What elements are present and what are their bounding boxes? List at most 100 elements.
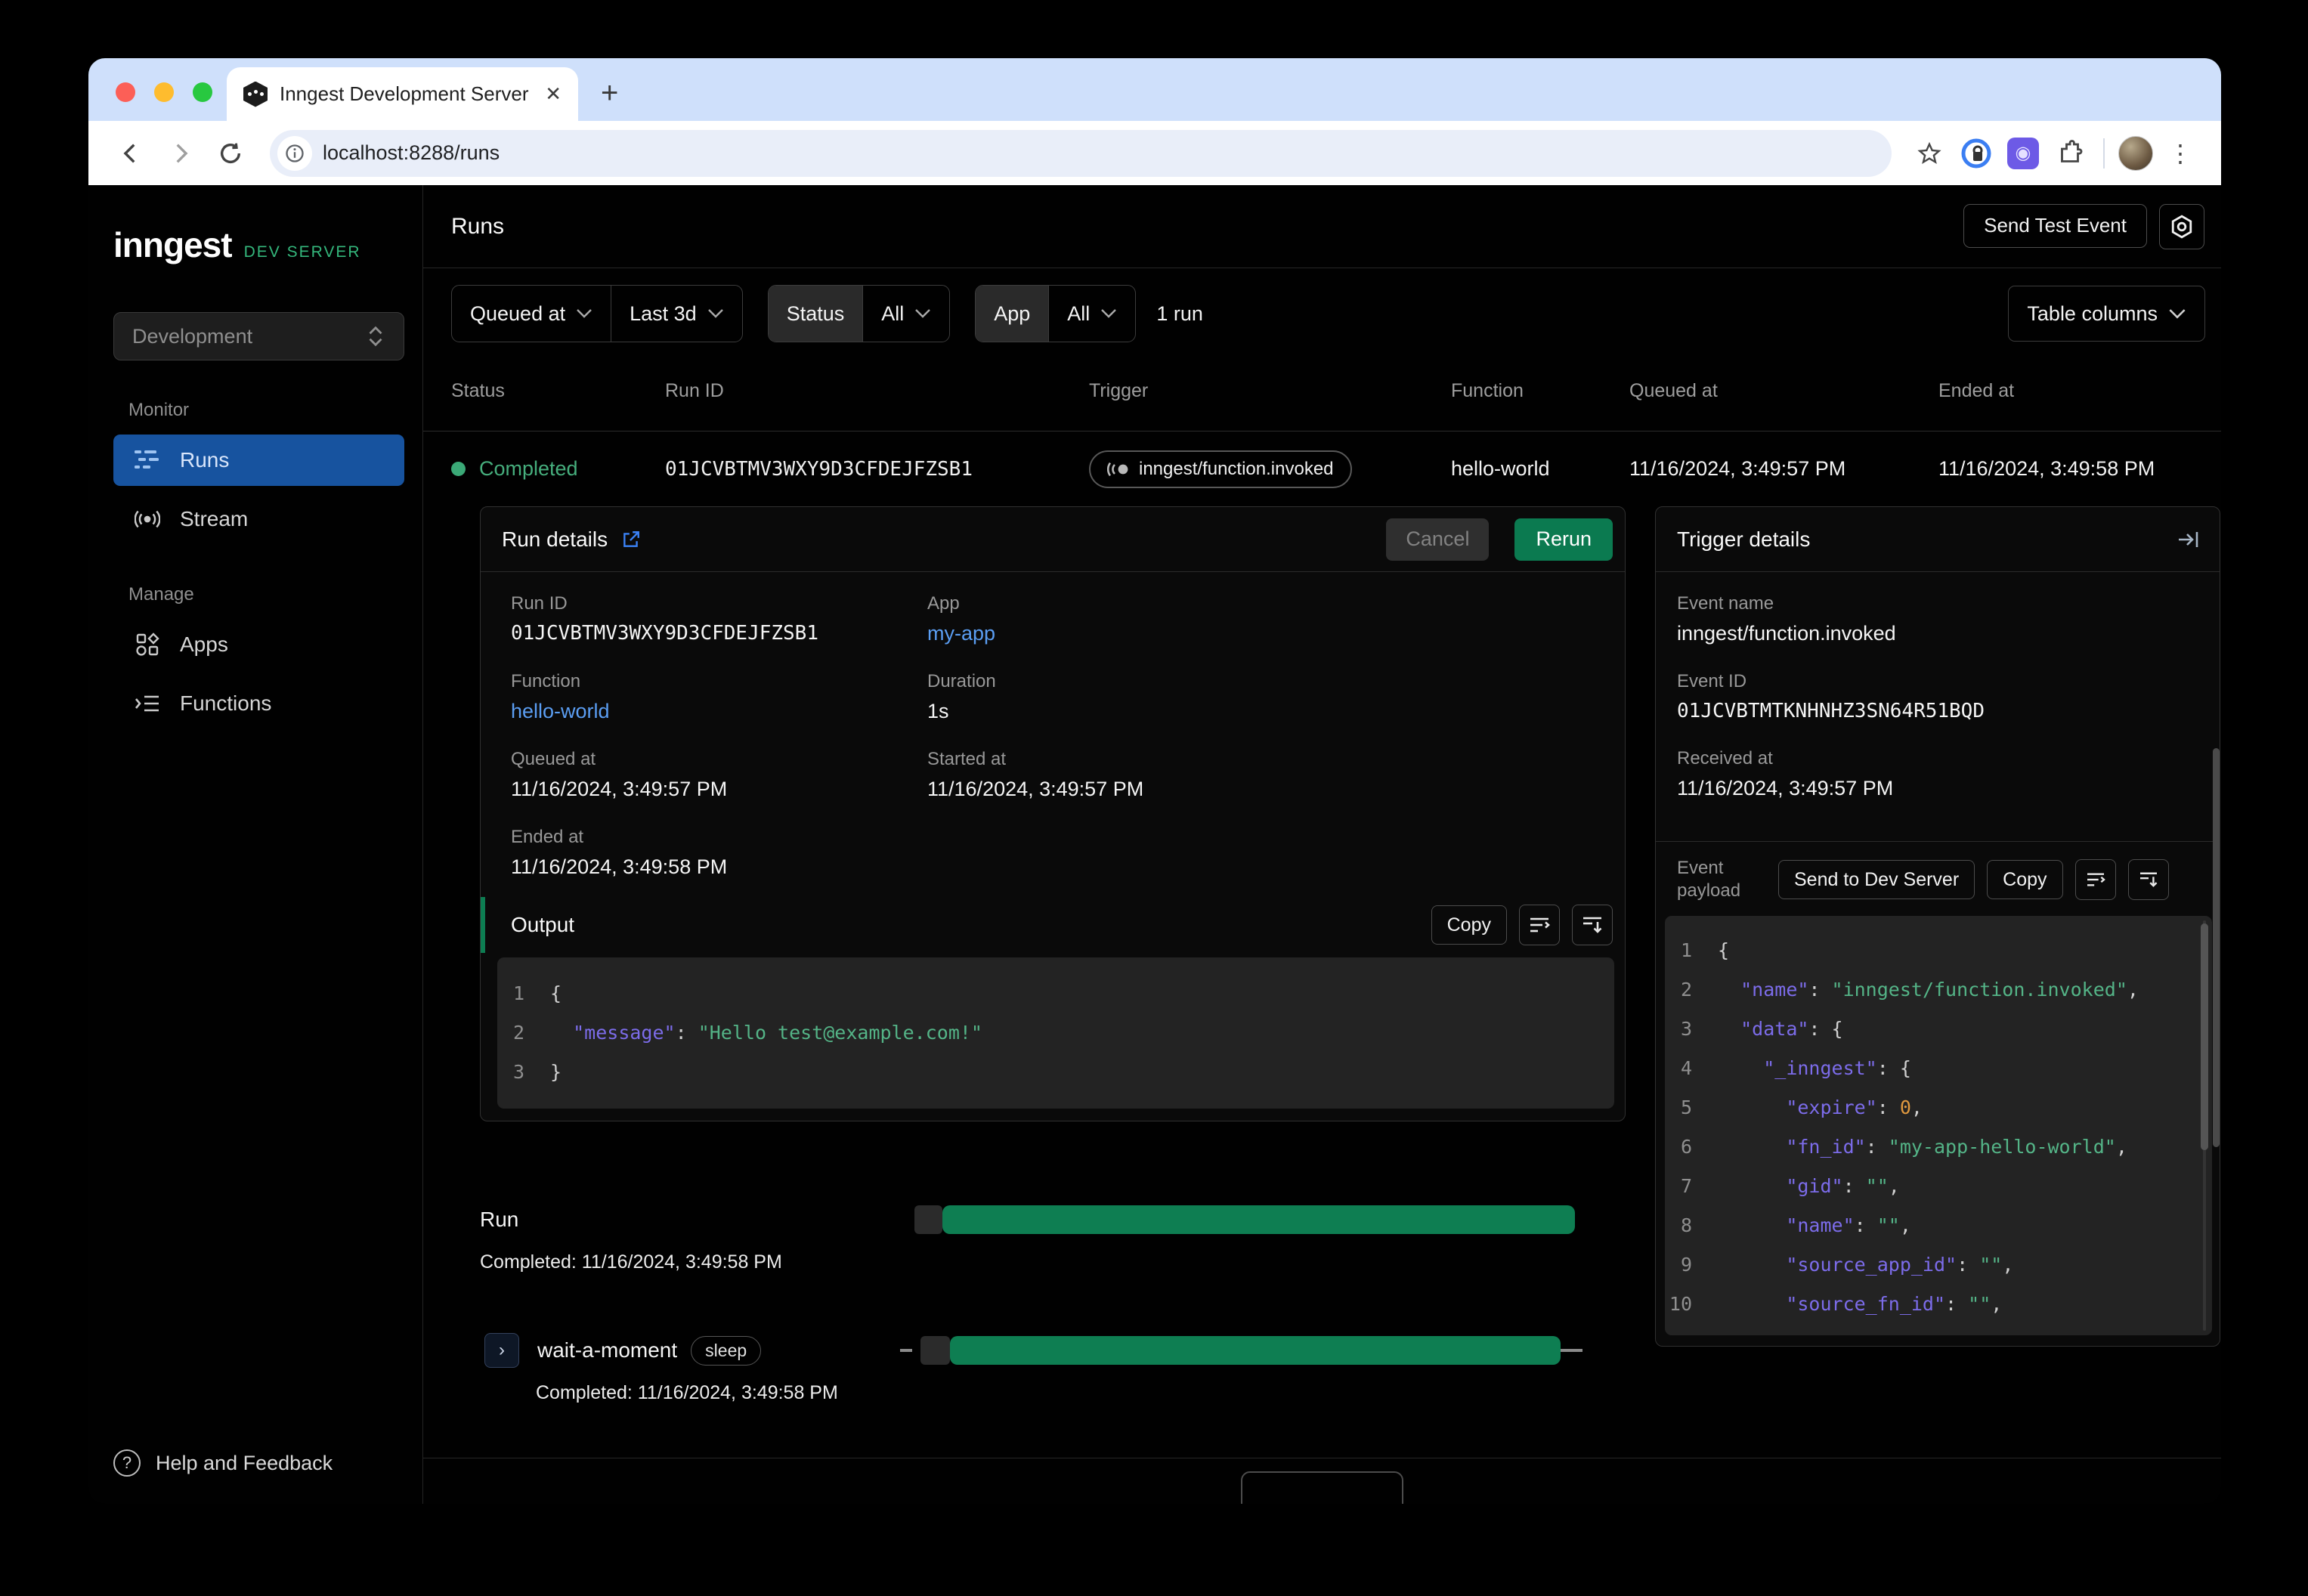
scroll-to-bottom-icon[interactable] [2127,859,2169,900]
browser-window: Inngest Development Server ✕ + localhost… [88,58,2221,1504]
load-more-button[interactable] [1241,1471,1403,1504]
app-filter-dropdown[interactable]: All [1048,286,1135,342]
duration-value: 1s [927,700,949,722]
expand-step-button[interactable]: › [484,1333,519,1368]
runs-table-header: Status Run ID Trigger Function Queued at… [423,359,2221,431]
code-line: 5 "expire": 0, [1680,1096,1923,1118]
status-filter-value: All [881,302,905,325]
payload-scrollbar-thumb[interactable] [2201,923,2208,1150]
help-and-feedback[interactable]: ? Help and Feedback [113,1449,333,1477]
cancel-button[interactable]: Cancel [1386,518,1490,561]
table-row[interactable]: Completed 01JCVBTMV3WXY9D3CFDEJFZSB1 inn… [423,431,2221,506]
run-details-fields: Run ID 01JCVBTMV3WXY9D3CFDEJFZSB1 App my… [481,572,1625,885]
sidebar-item-stream[interactable]: Stream [113,493,404,545]
trigger-pill[interactable]: inngest/function.invoked [1089,450,1352,488]
back-icon[interactable] [110,132,152,175]
code-line: 11 "source_fn_v": 0 [1665,1324,2212,1335]
collapse-panel-icon[interactable] [2177,529,2200,550]
profile-avatar[interactable] [2118,135,2153,171]
row-status: Completed [479,457,578,480]
extension-app-icon[interactable]: ◉ [2003,134,2043,173]
sidebar-item-runs[interactable]: Runs [113,435,404,486]
code-line: 10 "source_fn_id": "", [1669,1293,2003,1315]
code-line: 6 "fn_id": "my-app-hello-world", [1680,1136,2127,1158]
function-link[interactable]: hello-world [511,700,927,723]
new-tab-button[interactable]: + [601,76,618,110]
minimize-window-button[interactable] [154,82,174,102]
step-duration-bar[interactable] [950,1336,1561,1365]
inngest-app: inngest DEV SERVER Development Monitor R… [88,185,2221,1504]
traffic-lights [116,82,212,102]
apps-icon [135,633,160,657]
status-filter-dropdown[interactable]: All [862,286,949,342]
send-test-event-button[interactable]: Send Test Event [1963,203,2147,248]
filter-bar: Queued at Last 3d Status All App All 1 r… [423,268,2221,359]
output-header: Output Copy [481,897,1625,953]
field-label: Started at [927,749,1007,769]
app-link[interactable]: my-app [927,622,1595,645]
page-header: Runs Send Test Event [423,185,2221,268]
time-field-dropdown[interactable]: Queued at [452,286,611,342]
output-title: Output [511,913,575,936]
output-code-block[interactable]: 1{2 "message": "Hello test@example.com!"… [497,957,1614,1109]
code-line: 9 "source_app_id": "", [1680,1254,2014,1276]
browser-tab[interactable]: Inngest Development Server ✕ [227,67,578,121]
code-line: 2 "message": "Hello test@example.com!" [512,1022,982,1044]
chevron-down-icon [2169,308,2186,319]
field-label: Duration [927,671,996,691]
trigger-details-fields: Event name inngest/function.invoked Even… [1656,572,2220,832]
forward-icon[interactable] [159,132,202,175]
started-at-value: 11/16/2024, 3:49:57 PM [927,778,1144,800]
output-copy-button[interactable]: Copy [1431,905,1507,945]
code-line: 1{ [1680,939,1730,961]
sidebar-item-label: Functions [180,691,272,715]
time-range-value: Last 3d [630,302,697,325]
table-columns-dropdown[interactable]: Table columns [2008,286,2205,342]
word-wrap-icon[interactable] [1519,905,1560,945]
time-filter: Queued at Last 3d [451,285,743,342]
reload-icon[interactable] [209,132,252,175]
app-filter-label: App [976,286,1049,342]
environment-selector-value: Development [132,324,253,348]
password-manager-icon[interactable] [1957,134,1996,173]
environment-selector[interactable]: Development [113,312,404,360]
bookmark-star-icon[interactable] [1910,134,1949,173]
rerun-button[interactable]: Rerun [1514,518,1613,561]
address-bar[interactable]: localhost:8288/runs [270,129,1892,177]
event-payload-label: Event payload [1677,858,1741,901]
event-id-value: 01JCVBTMTKNHNHZ3SN64R51BQD [1677,700,1985,722]
external-link-icon[interactable] [621,530,641,549]
queued-at-value: 11/16/2024, 3:49:57 PM [511,778,728,800]
code-line: 2 "name": "inngest/function.invoked", [1680,979,2139,1001]
main-scrollbar-thumb[interactable] [2213,748,2220,1147]
sidebar-item-label: Apps [180,633,228,656]
payload-copy-button[interactable]: Copy [1987,860,2063,899]
scroll-to-bottom-icon[interactable] [1572,905,1613,945]
column-ended-at: Ended at [1938,380,2015,401]
field-label: Ended at [511,827,584,847]
run-duration-bar[interactable] [942,1205,1575,1234]
tab-close-icon[interactable]: ✕ [545,82,562,106]
maximize-window-button[interactable] [193,82,212,102]
table-columns-label: Table columns [2027,302,2158,325]
event-payload-code-block[interactable]: 1{ 2 "name": "inngest/function.invoked", 3… [1665,916,2212,1335]
timeline-tick [900,1349,912,1352]
run-count: 1 run [1156,302,1203,325]
time-range-dropdown[interactable]: Last 3d [611,286,742,342]
url-text: localhost:8288/runs [323,141,500,164]
details-area: Run details Cancel Rerun Run ID 01JCVBTM… [423,506,2221,1404]
timeline-run-label: Run [480,1208,519,1231]
column-status: Status [451,380,505,401]
sidebar-item-functions[interactable]: Functions [113,678,404,729]
code-line: 3 "data": { [1680,1018,1843,1040]
site-info-icon[interactable] [277,135,312,171]
settings-gear-button[interactable] [2159,203,2204,249]
field-label: App [927,593,960,614]
status-dot [451,462,466,476]
send-to-dev-server-button[interactable]: Send to Dev Server [1778,860,1975,899]
word-wrap-icon[interactable] [2074,859,2116,900]
browser-menu-icon[interactable]: ⋮ [2161,134,2200,173]
extensions-puzzle-icon[interactable] [2050,134,2090,173]
sidebar-item-apps[interactable]: Apps [113,619,404,670]
close-window-button[interactable] [116,82,135,102]
